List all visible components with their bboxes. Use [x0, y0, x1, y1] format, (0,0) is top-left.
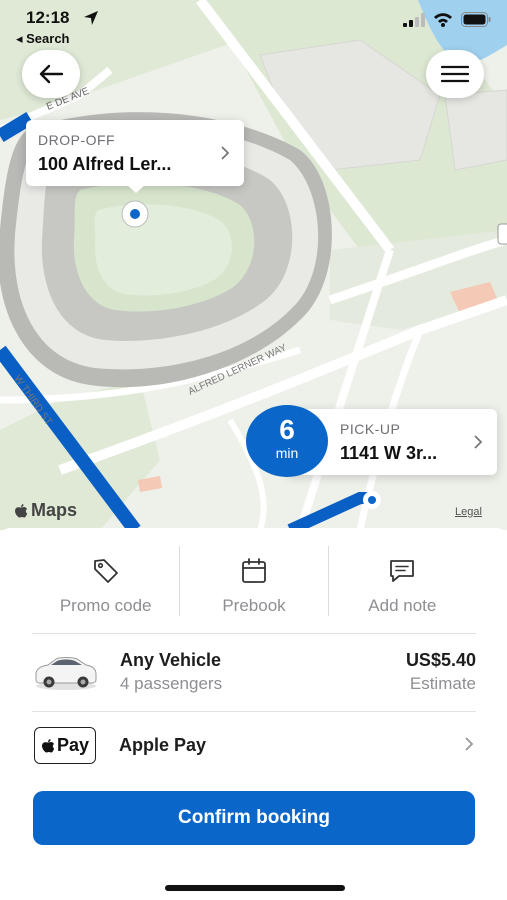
hamburger-menu-icon [441, 65, 469, 83]
arrow-left-icon [39, 64, 64, 84]
pickup-caption: PICK-UP [340, 421, 401, 437]
calendar-icon [242, 558, 266, 583]
add-note-label: Add note [368, 596, 437, 615]
promo-code-button[interactable]: Promo code [32, 546, 179, 634]
fare-estimate-label: Estimate [409, 674, 476, 693]
divider [32, 633, 476, 634]
add-note-button[interactable]: Add note [329, 546, 476, 634]
dropoff-caption: DROP-OFF [38, 132, 116, 148]
divider [32, 711, 476, 712]
vehicle-name: Any Vehicle [120, 650, 222, 670]
action-row: Promo code Prebook Add note [32, 546, 476, 634]
map-view[interactable]: E DE AVE ALFRED LERNER WAY W THIRD ST 12… [0, 0, 507, 530]
wifi-icon [434, 13, 452, 27]
menu-button[interactable] [426, 50, 484, 98]
apple-logo-icon [15, 503, 28, 517]
back-button[interactable] [22, 50, 80, 98]
legal-link[interactable]: Legal [455, 506, 482, 518]
chevron-right-icon [474, 435, 483, 449]
eta-value: 6 [279, 414, 295, 445]
battery-icon [461, 12, 491, 27]
eta-unit: min [275, 445, 299, 461]
tag-icon [93, 559, 118, 583]
status-time: 12:18 [26, 8, 70, 27]
back-to-search-link[interactable]: ◂ Search [16, 31, 70, 47]
vehicle-option[interactable]: Any Vehicle 4 passengers US$5.40 Estimat… [32, 642, 476, 710]
maps-attribution: Maps [14, 500, 77, 521]
pickup-address: 1141 W 3r... [340, 443, 438, 463]
payment-method-row[interactable]: Pay Apple Pay [32, 722, 476, 770]
apple-logo-icon [41, 738, 55, 752]
callout-pointer [126, 184, 146, 193]
booking-sheet: Promo code Prebook Add note Any Vehicle … [0, 528, 507, 900]
prebook-button[interactable]: Prebook [180, 546, 327, 634]
apple-pay-badge: Pay [34, 727, 96, 764]
chevron-right-icon [465, 737, 474, 751]
home-indicator [165, 885, 345, 891]
dropoff-address: 100 Alfred Ler... [38, 154, 172, 174]
chevron-right-icon [221, 146, 230, 160]
maps-attribution-text: Maps [31, 500, 78, 520]
dropoff-callout[interactable]: DROP-OFF 100 Alfred Ler... [26, 120, 244, 193]
cellular-signal-icon [403, 12, 425, 27]
confirm-booking-button[interactable]: Confirm booking [33, 791, 475, 845]
eta-badge: 6 min [246, 405, 328, 477]
apple-pay-badge-text: Pay [56, 735, 90, 755]
car-icon [35, 657, 97, 690]
status-bar: 12:18 ◂ Search [0, 0, 507, 50]
fare-price: US$5.40 [405, 650, 476, 670]
payment-method-label: Apple Pay [119, 735, 207, 755]
note-icon [390, 560, 415, 582]
location-arrow-icon [84, 11, 98, 25]
promo-code-label: Promo code [59, 596, 152, 615]
prebook-label: Prebook [222, 596, 286, 615]
vehicle-capacity: 4 passengers [120, 674, 223, 693]
